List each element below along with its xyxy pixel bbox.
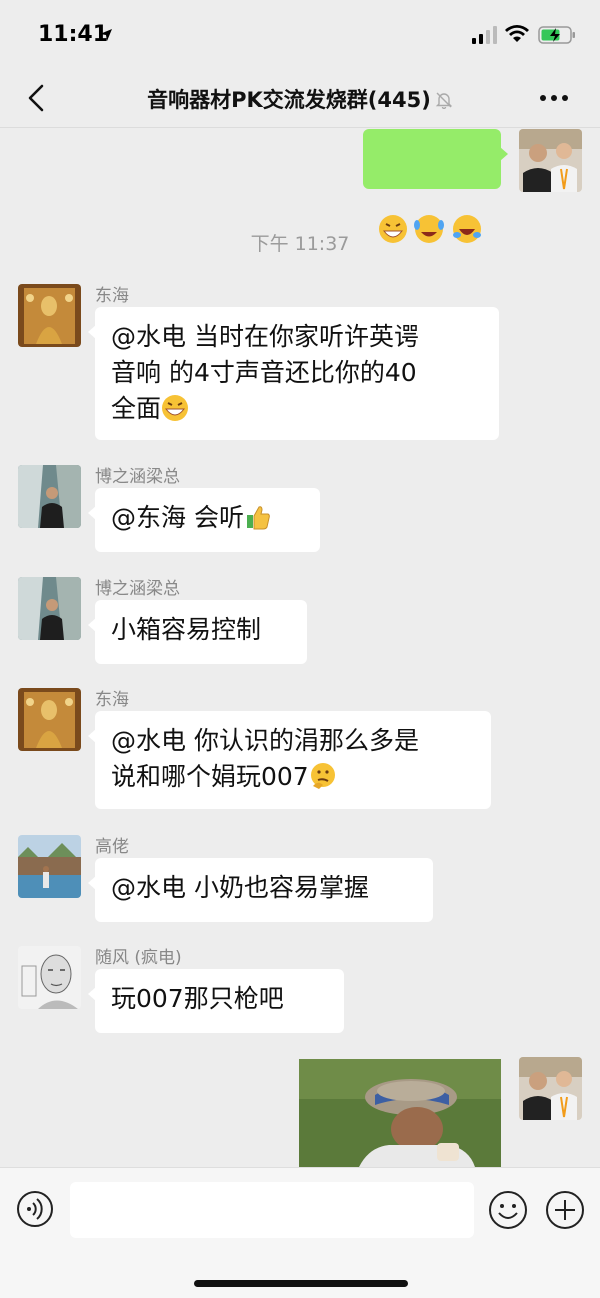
- thumbs-up-icon: [246, 506, 270, 530]
- message-received: 博之涵梁总 小箱容易控制: [0, 574, 600, 666]
- avatar-suifeng[interactable]: [18, 946, 81, 1009]
- thinking-face-icon: [310, 763, 335, 789]
- message-self-image: [0, 1057, 600, 1167]
- battery-charging-icon: [538, 26, 575, 44]
- more-functions-plus-icon[interactable]: [545, 1190, 585, 1230]
- avatar-bozhihan[interactable]: [18, 577, 81, 640]
- time-separator: 下午 11:37: [250, 233, 350, 255]
- message-bubble[interactable]: @水电 小奶也容易掌握: [88, 858, 433, 922]
- sent-photo-image[interactable]: [299, 1059, 501, 1167]
- message-received: 东海 @水电 你认识的涓那么多是 说和哪个娟玩007: [0, 685, 600, 815]
- message-self-emoji: [0, 129, 600, 243]
- message-bubble[interactable]: @东海 会听: [88, 488, 320, 552]
- chat-title-text: 音响器材PK交流发烧群(445): [147, 88, 431, 112]
- sender-name: 高佬: [95, 837, 129, 857]
- message-bubble[interactable]: 小箱容易控制: [88, 600, 307, 664]
- message-bubble[interactable]: @水电 你认识的涓那么多是 说和哪个娟玩007: [88, 711, 491, 809]
- message-text: 玩007那只枪吧: [111, 984, 284, 1013]
- grinning-face-icon: [162, 395, 189, 421]
- avatar-self[interactable]: [519, 1057, 582, 1120]
- message-received: 随风 (疯电) 玩007那只枪吧: [0, 943, 600, 1035]
- status-bar: 11:41: [0, 0, 600, 70]
- message-bubble[interactable]: @水电 当时在你家听许英谔 音响 的4寸声音还比你的40 全面: [88, 307, 499, 440]
- emoji-picker-icon[interactable]: [488, 1190, 528, 1230]
- sender-name: 博之涵梁总: [95, 467, 180, 487]
- message-text: 小箱容易控制: [111, 615, 262, 644]
- avatar-donghai[interactable]: [18, 284, 81, 347]
- message-received: 博之涵梁总 @东海 会听: [0, 462, 600, 554]
- message-received: 高佬 @水电 小奶也容易掌握: [0, 832, 600, 924]
- sender-name: 东海: [95, 286, 129, 306]
- chat-title: 音响器材PK交流发烧群(445): [0, 84, 600, 114]
- message-received: 东海 @水电 当时在你家听许英谔 音响 的4寸声音还比你的40 全面: [0, 281, 600, 441]
- avatar-bozhihan[interactable]: [18, 465, 81, 528]
- input-bar: [0, 1167, 600, 1298]
- message-text: @东海 会听: [111, 503, 244, 532]
- message-list[interactable]: 下午 11:37 东海 @水电 当时在你家听许英谔 音响 的4寸声音还比你的40…: [0, 129, 600, 1167]
- voice-input-icon[interactable]: [16, 1190, 54, 1228]
- message-text: @水电 当时在你家听许英谔 音响 的4寸声音还比你的40 全面: [111, 322, 419, 423]
- chat-header: 音响器材PK交流发烧群(445): [0, 70, 600, 128]
- avatar-donghai[interactable]: [18, 688, 81, 751]
- wifi-icon: [505, 25, 529, 42]
- sender-name: 东海: [95, 690, 129, 710]
- cellular-signal-icon: [472, 26, 497, 44]
- message-bubble[interactable]: 玩007那只枪吧: [88, 969, 344, 1033]
- avatar-gaolao[interactable]: [18, 835, 81, 898]
- message-input[interactable]: [70, 1182, 474, 1238]
- message-text: @水电 小奶也容易掌握: [111, 873, 369, 902]
- sender-name: 博之涵梁总: [95, 579, 180, 599]
- avatar-self[interactable]: [519, 129, 582, 192]
- message-text: @水电 你认识的涓那么多是 说和哪个娟玩007: [111, 726, 419, 791]
- home-indicator[interactable]: [194, 1280, 408, 1287]
- location-arrow-icon: [100, 29, 112, 41]
- self-emoji-bubble[interactable]: [363, 129, 508, 243]
- sender-name: 随风 (疯电): [95, 948, 182, 968]
- muted-bell-icon: [435, 92, 453, 109]
- more-options-icon[interactable]: [536, 84, 572, 112]
